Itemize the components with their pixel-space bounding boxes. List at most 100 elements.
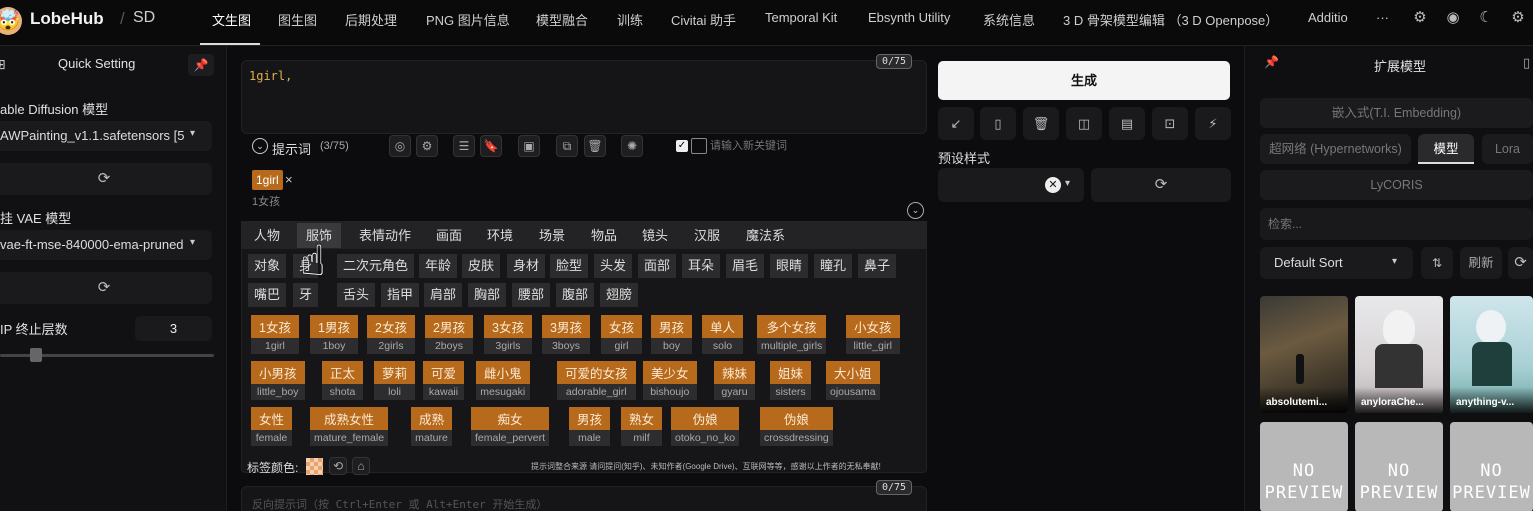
tag-item[interactable]: 2男孩 2boys (425, 315, 473, 354)
subtab-waist[interactable]: 腰部 (512, 283, 551, 307)
tab-civitai-helper[interactable]: Civitai 助手 (671, 10, 736, 29)
trash-icon[interactable]: 🗑 (1023, 107, 1059, 140)
settings-icon[interactable]: ⚙ (1410, 8, 1430, 28)
subtab-eyes[interactable]: 眼睛 (770, 254, 809, 278)
tab-lycoris[interactable]: LyCORIS (1260, 170, 1533, 200)
tag-item[interactable]: 1女孩 1girl (251, 315, 299, 354)
tag-item[interactable]: 1男孩 1boy (310, 315, 358, 354)
clipboard-icon[interactable]: ▤ (1109, 107, 1145, 140)
gear-icon[interactable]: ⚙ (1508, 8, 1528, 28)
prompt-chip[interactable]: 1girl (252, 170, 283, 190)
subtab-nose[interactable]: 鼻子 (858, 254, 897, 278)
tag-item[interactable]: 成熟 mature (411, 407, 453, 446)
tag-item[interactable]: 3男孩 3boys (542, 315, 590, 354)
tag-item[interactable]: 伪娘 crossdressing (760, 407, 833, 446)
tag-item[interactable]: 大小姐 ojousama (826, 361, 880, 400)
color-swatch[interactable] (306, 458, 323, 475)
chevron-down-icon[interactable]: ⌄ (252, 138, 268, 154)
subtab-hair[interactable]: 头发 (594, 254, 633, 278)
tag-item[interactable]: 2女孩 2girls (367, 315, 415, 354)
prompt-textarea[interactable]: 1girl, (241, 60, 927, 134)
settings-icon[interactable]: ⚙ (416, 135, 438, 157)
tab-openpose-editor[interactable]: 3 D 骨架模型编辑 （3 D Openpose） (1063, 10, 1278, 29)
refresh-models-button[interactable]: 刷新 (1460, 247, 1502, 279)
tag-item[interactable]: 伪娘 otoko_no_ko (671, 407, 740, 446)
subtab-pupils[interactable]: 瞳孔 (814, 254, 853, 278)
globe-icon[interactable]: ◎ (389, 135, 411, 157)
new-keyword-input[interactable] (710, 138, 890, 154)
tab-system-info[interactable]: 系统信息 (983, 10, 1035, 29)
model-card[interactable]: anyloraChe... (1355, 296, 1443, 413)
refresh-vae-button[interactable]: ⟳ (0, 272, 212, 304)
no-preview-card[interactable]: NO PREVIEW (1450, 422, 1533, 511)
tag-item[interactable]: 成熟女性 mature_female (310, 407, 389, 446)
subtab-tongue[interactable]: 舌头 (337, 283, 376, 307)
refresh-icon[interactable]: ⟳ (1508, 247, 1533, 279)
tab-train[interactable]: 训练 (617, 10, 643, 29)
category-tab-camera[interactable]: 镜头 (633, 223, 677, 248)
vae-select[interactable]: vae-ft-mse-840000-ema-pruned (0, 230, 212, 260)
subtab-skin[interactable]: 皮肤 (462, 254, 501, 278)
model-search-input[interactable] (1260, 208, 1533, 240)
tab-embedding[interactable]: 嵌入式(T.I. Embedding) (1260, 98, 1533, 128)
tag-item[interactable]: 单人 solo (702, 315, 744, 354)
palette-icon[interactable]: ⌂ (352, 457, 370, 475)
tag-item[interactable]: 雌小鬼 mesugaki (476, 361, 530, 400)
clip-skip-slider-thumb[interactable] (29, 348, 42, 362)
tab-img2img[interactable]: 图生图 (278, 10, 317, 29)
refresh-sd-model-button[interactable]: ⟳ (0, 163, 212, 195)
keyword-checkbox[interactable]: ✓ (676, 140, 688, 152)
category-tab-scene[interactable]: 场景 (530, 223, 574, 248)
tag-item[interactable]: 辣妹 gyaru (714, 361, 756, 400)
more-tabs-button[interactable]: ··· (1376, 10, 1389, 25)
subtab-figure[interactable]: 身材 (507, 254, 546, 278)
tag-item[interactable]: 姐妹 sisters (770, 361, 812, 400)
keyword-box[interactable] (691, 138, 707, 154)
tab-ebsynth-utility[interactable]: Ebsynth Utility (868, 10, 950, 25)
negative-prompt-textarea[interactable]: 反向提示词（按 Ctrl+Enter 或 Alt+Enter 开始生成） (241, 486, 927, 511)
subtab-wings[interactable]: 翅膀 (600, 283, 639, 307)
magic-wand-icon[interactable]: ⚡ (1195, 107, 1231, 140)
no-preview-card[interactable]: NO PREVIEW (1260, 422, 1348, 511)
dark-mode-icon[interactable]: ☾ (1476, 8, 1496, 28)
clear-icon[interactable]: ✕ (1045, 177, 1061, 193)
tag-item[interactable]: 可爱 kawaii (423, 361, 465, 400)
sort-order-icon[interactable]: ⇅ (1421, 247, 1453, 279)
clip-skip-input[interactable]: 3 (135, 316, 212, 341)
document-icon[interactable]: ▯ (980, 107, 1016, 140)
subtab-chest[interactable]: 胸部 (468, 283, 507, 307)
edit-list-icon[interactable]: ☰ (453, 135, 475, 157)
subtab-ears[interactable]: 耳朵 (682, 254, 721, 278)
trash-icon[interactable]: 🗑 (584, 135, 606, 157)
tag-item[interactable]: 正太 shota (322, 361, 364, 400)
tab-hypernetworks[interactable]: 超网络 (Hypernetworks) (1260, 134, 1411, 164)
model-card[interactable]: absolutemi... (1260, 296, 1348, 413)
copy-icon[interactable]: ⧉ (556, 135, 578, 157)
subtab-anime-character[interactable]: 二次元角色 (337, 254, 415, 278)
preset-style-select[interactable] (938, 168, 1084, 202)
sd-model-select[interactable]: AWPainting_v1.1.safetensors [5 (0, 121, 212, 151)
tag-item[interactable]: 男孩 boy (651, 315, 693, 354)
subtab-object[interactable]: 对象 (248, 254, 287, 278)
tag-item[interactable]: 小女孩 little_girl (846, 315, 900, 354)
tag-item[interactable]: 女孩 girl (601, 315, 643, 354)
subtab-nails[interactable]: 指甲 (381, 283, 420, 307)
subtab-age[interactable]: 年龄 (419, 254, 458, 278)
github-icon[interactable]: ◉ (1443, 8, 1463, 28)
tag-item[interactable]: 小男孩 little_boy (251, 361, 305, 400)
grid-icon[interactable]: ⊞ (0, 56, 6, 73)
chip-close-icon[interactable]: × (285, 172, 293, 187)
subtab-eyebrows[interactable]: 眉毛 (726, 254, 765, 278)
category-tab-items[interactable]: 物品 (582, 223, 626, 248)
tag-item[interactable]: 可爱的女孩 adorable_girl (557, 361, 636, 400)
pin-icon[interactable]: 📌 (1264, 55, 1279, 69)
panel-toggle-icon[interactable]: ▯ (1523, 55, 1530, 71)
tab-additional[interactable]: Additio (1308, 10, 1348, 25)
category-tab-expression[interactable]: 表情动作 (350, 223, 420, 248)
category-tab-hanfu[interactable]: 汉服 (685, 223, 729, 248)
tab-temporal-kit[interactable]: Temporal Kit (765, 10, 837, 25)
pin-icon[interactable]: 📌 (188, 54, 214, 76)
subtab-mouth[interactable]: 嘴巴 (248, 283, 287, 307)
model-card[interactable]: anything-v... (1450, 296, 1533, 413)
arrow-icon[interactable]: ↙ (938, 107, 974, 140)
